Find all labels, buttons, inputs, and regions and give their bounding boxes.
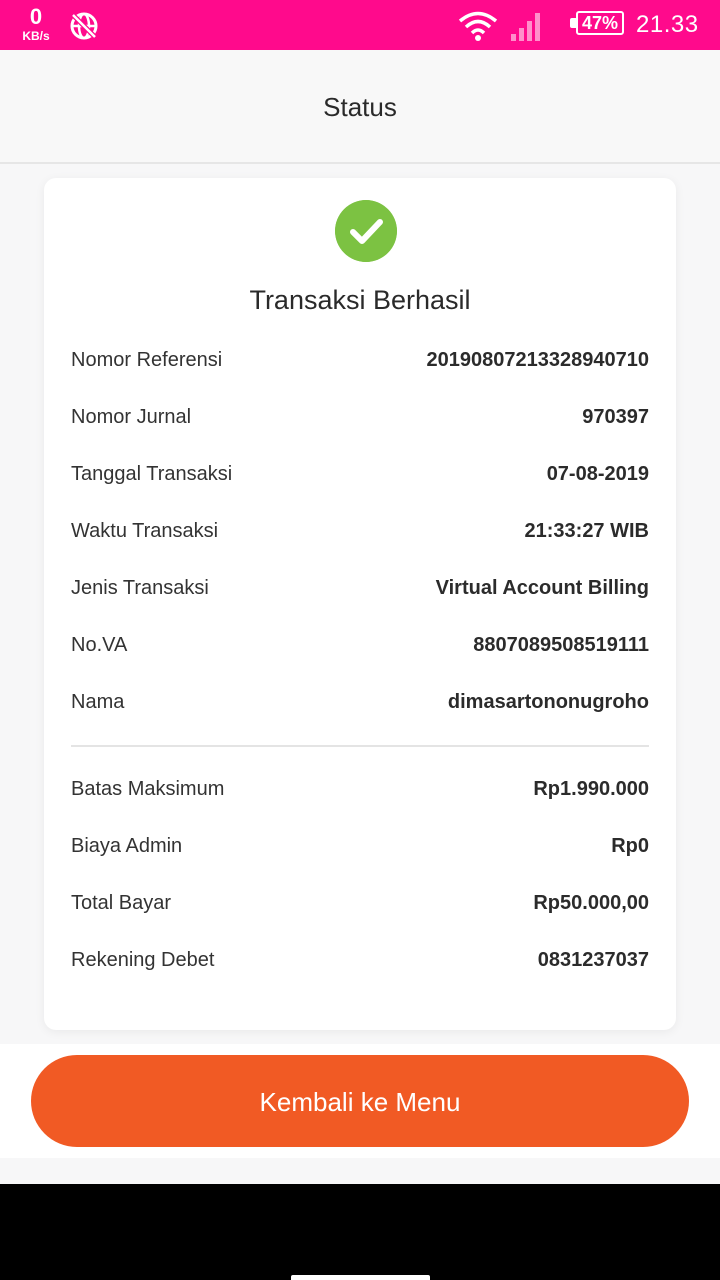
- system-navigation-bar: [0, 1184, 720, 1280]
- detail-value: dimasartononugroho: [447, 691, 649, 713]
- page-title: Status: [323, 92, 397, 122]
- detail-label: No.VA: [71, 634, 128, 656]
- detail-row-time: Waktu Transaksi 21:33:27 WIB: [71, 520, 649, 552]
- transaction-receipt-card: Transaksi Berhasil Nomor Referensi 20190…: [44, 178, 676, 1030]
- detail-value: Virtual Account Billing: [435, 577, 649, 599]
- detail-label: Nomor Jurnal: [71, 406, 192, 428]
- payment-label: Rekening Debet: [71, 949, 215, 971]
- payment-value: Rp50.000,00: [533, 892, 649, 914]
- payment-value: 0831237037: [537, 949, 649, 971]
- detail-row-va: No.VA 8807089508519111: [71, 634, 649, 666]
- wifi-icon: [458, 11, 498, 41]
- detail-row-type: Jenis Transaksi Virtual Account Billing: [71, 577, 649, 609]
- globe-off-icon: [70, 12, 98, 40]
- app-header: Status: [0, 50, 720, 164]
- back-to-menu-button[interactable]: Kembali ke Menu: [31, 1055, 689, 1147]
- detail-label: Waktu Transaksi: [71, 520, 219, 542]
- network-speed-value: 0: [29, 4, 43, 29]
- battery-icon: 47%: [570, 11, 628, 39]
- clock: 21.33: [636, 11, 699, 38]
- detail-label: Jenis Transaksi: [71, 577, 209, 599]
- detail-value: 20190807213328940710: [426, 349, 649, 371]
- payment-row-debit-account: Rekening Debet 0831237037: [71, 949, 649, 981]
- payment-row-max-limit: Batas Maksimum Rp1.990.000: [71, 778, 649, 810]
- payment-label: Biaya Admin: [71, 835, 183, 857]
- payment-label: Batas Maksimum: [71, 778, 225, 800]
- detail-row-reference: Nomor Referensi 20190807213328940710: [71, 349, 649, 381]
- detail-label: Nomor Referensi: [71, 349, 223, 371]
- detail-value: 07-08-2019: [546, 463, 649, 485]
- payment-value: Rp0: [611, 835, 649, 857]
- payment-value: Rp1.990.000: [533, 778, 649, 800]
- detail-label: Tanggal Transaksi: [71, 463, 233, 485]
- signal-icon: [511, 13, 540, 41]
- status-bar: 0 KB/s 47% 21.33: [0, 0, 720, 50]
- detail-value: 8807089508519111: [473, 634, 649, 656]
- home-gesture-handle[interactable]: [291, 1275, 430, 1280]
- detail-label: Nama: [71, 691, 125, 713]
- detail-row-name: Nama dimasartononugroho: [71, 691, 649, 723]
- battery-level: 47%: [576, 11, 624, 35]
- payment-row-admin-fee: Biaya Admin Rp0: [71, 835, 649, 867]
- transaction-status-title: Transaksi Berhasil: [249, 285, 471, 315]
- network-speed-unit: KB/s: [22, 29, 50, 43]
- network-speed: 0 KB/s: [18, 4, 54, 43]
- detail-value: 21:33:27 WIB: [524, 520, 650, 542]
- divider: [71, 745, 649, 747]
- payment-row-total: Total Bayar Rp50.000,00: [71, 892, 649, 924]
- payment-label: Total Bayar: [71, 892, 172, 914]
- detail-row-date: Tanggal Transaksi 07-08-2019: [71, 463, 649, 495]
- check-circle-icon: [335, 200, 397, 262]
- detail-row-journal: Nomor Jurnal 970397: [71, 406, 649, 438]
- detail-value: 970397: [582, 406, 649, 428]
- bottom-action-bar: Kembali ke Menu: [0, 1044, 720, 1158]
